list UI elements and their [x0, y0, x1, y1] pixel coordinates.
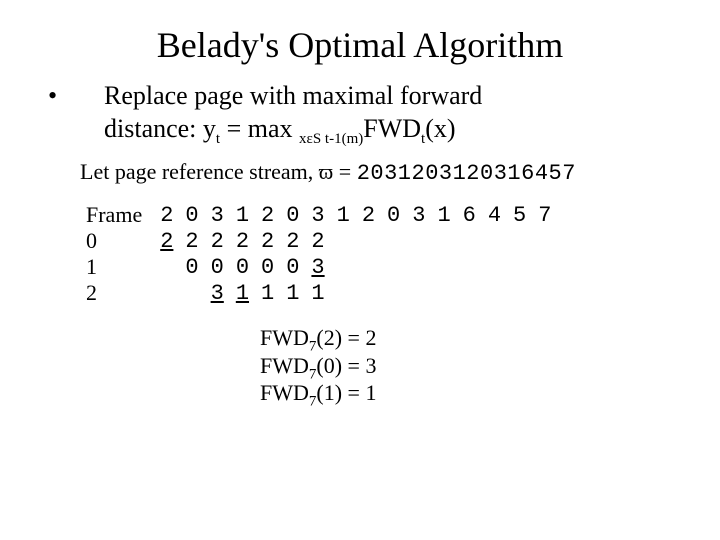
frame-header-label: Frame [80, 202, 154, 228]
frame-header-cell: 4 [482, 202, 507, 228]
frame-cell: 2 [179, 228, 204, 254]
frame-header-cell: 0 [280, 202, 305, 228]
frame-cell [457, 280, 482, 306]
frame-header-cell: 1 [431, 202, 456, 228]
frame-row-label: 0 [80, 228, 154, 254]
frame-cell: 2 [154, 228, 179, 254]
frame-header-cell: 5 [507, 202, 532, 228]
fwd-line-3: FWD7(1) = 1 [260, 379, 680, 407]
frame-cell [356, 280, 381, 306]
bullet-line2b: = max [220, 114, 299, 143]
frame-cell [381, 228, 406, 254]
bullet-dot: • [76, 80, 104, 113]
frame-cell [507, 254, 532, 280]
frame-cell: 0 [205, 254, 230, 280]
frame-header-cell: 1 [331, 202, 356, 228]
frame-cell [356, 228, 381, 254]
frame-cell [532, 280, 557, 306]
frame-cell [331, 228, 356, 254]
frames-table: Frame20312031203164570222222210000032311… [80, 202, 557, 306]
frame-header-cell: 7 [532, 202, 557, 228]
frame-cell [507, 280, 532, 306]
bullet-sub2: xεS t-1(m) [299, 131, 363, 147]
fwd-line-2: FWD7(0) = 3 [260, 352, 680, 380]
frame-cell [431, 228, 456, 254]
frame-cell: 2 [230, 228, 255, 254]
frame-header-cell: 0 [179, 202, 204, 228]
frame-header-cell: 3 [406, 202, 431, 228]
frame-header-cell: 2 [356, 202, 381, 228]
frame-header-cell: 1 [230, 202, 255, 228]
frame-cell [381, 280, 406, 306]
frame-header-cell: 0 [381, 202, 406, 228]
frame-header-cell: 3 [305, 202, 330, 228]
frame-cell: 3 [205, 280, 230, 306]
stream-label: Let page reference stream, ϖ = [80, 159, 357, 184]
frame-cell [356, 254, 381, 280]
frame-cell: 2 [205, 228, 230, 254]
frame-header-cell: 6 [457, 202, 482, 228]
frame-cell: 0 [255, 254, 280, 280]
bullet-line2d: (x) [425, 114, 455, 143]
bullet-item: •Replace page with maximal forward dista… [40, 80, 680, 145]
frame-header-cell: 2 [255, 202, 280, 228]
frame-cell [457, 228, 482, 254]
frame-cell [406, 254, 431, 280]
frame-cell [381, 254, 406, 280]
frame-cell [482, 280, 507, 306]
reference-stream: Let page reference stream, ϖ = 203120312… [40, 159, 680, 186]
frame-cell [331, 254, 356, 280]
frame-cell [532, 228, 557, 254]
frame-cell: 2 [280, 228, 305, 254]
bullet-line2a: distance: y [104, 114, 216, 143]
bullet-line1: Replace page with maximal forward [104, 81, 482, 110]
frame-cell: 1 [305, 280, 330, 306]
bullet-line2c: FWD [363, 114, 421, 143]
frame-cell [532, 254, 557, 280]
frame-cell [431, 254, 456, 280]
frame-cell: 0 [280, 254, 305, 280]
frame-cell [331, 280, 356, 306]
frame-cell: 2 [255, 228, 280, 254]
frame-row-label: 1 [80, 254, 154, 280]
frame-cell [482, 228, 507, 254]
frame-row-label: 2 [80, 280, 154, 306]
frame-header-cell: 3 [205, 202, 230, 228]
frame-cell [406, 228, 431, 254]
frame-cell [507, 228, 532, 254]
frame-cell [457, 254, 482, 280]
frame-cell: 0 [179, 254, 204, 280]
frame-cell: 2 [305, 228, 330, 254]
frame-cell: 1 [230, 280, 255, 306]
frame-cell [179, 280, 204, 306]
stream-value: 2031203120316457 [357, 161, 576, 186]
frame-cell: 1 [280, 280, 305, 306]
frame-cell: 0 [230, 254, 255, 280]
fwd-block: FWD7(2) = 2 FWD7(0) = 3 FWD7(1) = 1 [40, 324, 680, 407]
frame-header-cell: 2 [154, 202, 179, 228]
frame-cell: 1 [255, 280, 280, 306]
frame-cell [406, 280, 431, 306]
frame-cell [431, 280, 456, 306]
frame-cell [482, 254, 507, 280]
frame-cell [154, 254, 179, 280]
frame-cell [154, 280, 179, 306]
slide-title: Belady's Optimal Algorithm [40, 24, 680, 66]
fwd-line-1: FWD7(2) = 2 [260, 324, 680, 352]
frame-cell: 3 [305, 254, 330, 280]
